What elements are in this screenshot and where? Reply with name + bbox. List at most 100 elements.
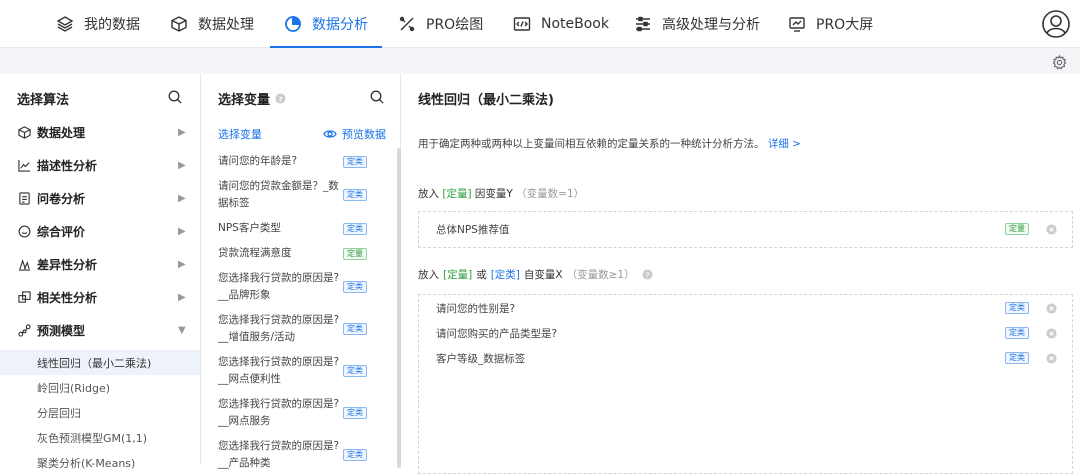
nav-data-processing[interactable]: 数据处理 [170, 0, 254, 48]
nav-label: 数据分析 [312, 17, 368, 33]
algorithm-hierarchical-regression[interactable]: 分层回归 [0, 400, 200, 425]
variable-type-tag: 定类 [1005, 327, 1029, 339]
variable-item[interactable]: 您选择我行贷款的原因是? __品牌形象 定类 [218, 270, 388, 304]
algorithm-panel: 选择算法 数据处理 ▶ 描述性分析 ▶ 问卷分析 ▶ 综合评价 ▶ 差异性分析 … [0, 74, 201, 470]
remove-icon[interactable] [1046, 328, 1057, 339]
gear-icon[interactable] [1052, 55, 1067, 70]
variable-type-tag: 定类 [343, 407, 367, 419]
variable-panel-header: 选择变量 ? [218, 89, 286, 108]
group-label: 差异性分析 [37, 258, 98, 272]
search-icon[interactable] [168, 90, 182, 104]
sliders-icon [636, 16, 650, 32]
algorithm-kmeans[interactable]: 聚类分析(K-Means) [0, 450, 200, 475]
independent-var-item: 客户等级_数据标签 [436, 353, 526, 365]
group-label: 数据处理 [37, 126, 86, 140]
remove-icon[interactable] [1046, 353, 1057, 364]
variable-item[interactable]: 您选择我行贷款的原因是? __产品种类 定类 [218, 438, 388, 472]
section-prefix: 放入 [418, 188, 439, 200]
algorithm-grey-model[interactable]: 灰色预测模型GM(1,1) [0, 425, 200, 450]
variable-item[interactable]: 请问您的贷款金额是？_数 据标签 定类 [218, 178, 388, 212]
dependent-var-dropzone[interactable]: 总体NPS推荐值 定量 [418, 211, 1073, 248]
algorithm-group-evaluation[interactable]: 综合评价 ▶ [0, 215, 200, 248]
cube-icon [18, 126, 31, 139]
chevron-right-icon: ▶ [178, 226, 186, 237]
variable-item[interactable]: 您选择我行贷款的原因是? __增值服务/活动 定类 [218, 312, 388, 346]
pie-chart-icon [285, 16, 301, 32]
nav-pro-draw[interactable]: PRO绘图 [398, 0, 483, 48]
cube-icon [171, 16, 187, 32]
variable-count: （变量数=1） [516, 188, 585, 200]
variable-type-tag: 定类 [1005, 352, 1029, 364]
screen-chart-icon [789, 17, 805, 32]
group-label: 预测模型 [37, 324, 86, 338]
help-icon[interactable]: ? [275, 93, 286, 104]
section-label: 自变量X [523, 269, 563, 281]
pro-draw-icon [399, 16, 415, 32]
group-label: 问卷分析 [37, 192, 86, 206]
variable-item[interactable]: 您选择我行贷款的原因是? __网点服务 定类 [218, 396, 388, 430]
algorithm-panel-title: 选择算法 [17, 93, 70, 108]
eye-icon [323, 130, 337, 138]
nav-advanced[interactable]: 高级处理与分析 [634, 0, 760, 48]
variable-type-tag: 定类 [343, 189, 367, 201]
nav-label: 我的数据 [84, 17, 140, 33]
nav-label: NoteBook [541, 16, 609, 32]
variable-item[interactable]: 您选择我行贷款的原因是? __网点便利性 定类 [218, 354, 388, 388]
top-navigation: 我的数据 数据处理 数据分析 PRO绘图 NoteBook 高级处理与分析 PR… [0, 0, 1080, 48]
variable-count: （变量数≥1） [566, 269, 635, 281]
chevron-right-icon: ▶ [178, 193, 186, 204]
method-panel: 线性回归（最小二乘法) 用于确定两种或两种以上变量间相互依赖的定量关系的一种统计… [401, 74, 1080, 474]
method-description: 用于确定两种或两种以上变量间相互依赖的定量关系的一种统计分析方法。 详细 > [418, 136, 801, 151]
select-variable-tab[interactable]: 选择变量 [218, 126, 262, 142]
section-prefix: 放入 [418, 269, 439, 281]
nav-notebook[interactable]: NoteBook [513, 0, 609, 48]
chevron-right-icon: ▶ [178, 160, 186, 171]
variable-item[interactable]: 请问您的年龄是? 定类 [218, 153, 388, 170]
algorithm-group-difference[interactable]: 差异性分析 ▶ [0, 248, 200, 281]
quantitative-tag: [定量] [442, 188, 472, 200]
avatar-icon[interactable] [1042, 10, 1070, 38]
algorithm-ridge-regression[interactable]: 岭回归(Ridge) [0, 375, 200, 400]
nav-label: 高级处理与分析 [662, 17, 760, 33]
remove-icon[interactable] [1046, 224, 1057, 235]
algorithm-group-data-processing[interactable]: 数据处理 ▶ [0, 116, 200, 149]
algorithm-group-survey[interactable]: 问卷分析 ▶ [0, 182, 200, 215]
preview-data-button[interactable]: 预览数据 [323, 126, 386, 142]
variable-type-tag: 定量 [1005, 223, 1029, 235]
group-label: 综合评价 [37, 225, 86, 239]
variable-type-tag: 定类 [343, 323, 367, 335]
correlation-icon [18, 291, 31, 303]
nav-data-analysis[interactable]: 数据分析 [270, 0, 382, 48]
detail-link[interactable]: 详细 > [768, 138, 801, 150]
variable-type-tag: 定类 [343, 222, 367, 235]
nav-my-data[interactable]: 我的数据 [56, 0, 140, 48]
algorithm-group-correlation[interactable]: 相关性分析 ▶ [0, 281, 200, 314]
variable-item[interactable]: 贷款流程满意度 定量 [218, 245, 388, 262]
variable-type-tag: 定类 [343, 155, 367, 168]
nav-pro-screen[interactable]: PRO大屏 [788, 0, 873, 48]
independent-var-dropzone[interactable]: 请问您的性别是? 定类 请问您购买的产品类型是? 定类 客户等级_数据标签 定类 [418, 294, 1073, 474]
independent-var-header: 放入 [定量] 或 [定类] 自变量X （变量数≥1） ? [418, 267, 653, 282]
algorithm-group-descriptive[interactable]: 描述性分析 ▶ [0, 149, 200, 182]
variable-type-tag: 定类 [343, 281, 367, 293]
nav-label: PRO绘图 [426, 17, 484, 33]
independent-var-item: 请问您购买的产品类型是? [436, 328, 558, 340]
chevron-right-icon: ▶ [178, 127, 186, 138]
variable-type-tag: 定量 [343, 247, 367, 260]
algorithm-linear-regression[interactable]: 线性回归（最小二乘法) [0, 350, 200, 375]
description-text: 用于确定两种或两种以上变量间相互依赖的定量关系的一种统计分析方法。 [418, 138, 765, 150]
dependent-var-header: 放入 [定量] 因变量Y （变量数=1） [418, 186, 584, 201]
nav-label: 数据处理 [198, 17, 254, 33]
search-icon[interactable] [370, 90, 384, 104]
toolbar-strip [0, 48, 1080, 74]
categorical-tag: [定类] [490, 269, 520, 281]
remove-icon[interactable] [1046, 303, 1057, 314]
group-label: 描述性分析 [37, 159, 98, 173]
quantitative-tag: [定量] [443, 269, 473, 281]
algorithm-group-prediction[interactable]: 预测模型 ▼ [0, 314, 200, 347]
or-label: 或 [476, 269, 487, 281]
help-icon[interactable]: ? [642, 269, 653, 280]
method-title: 线性回归（最小二乘法) [418, 93, 554, 108]
variable-item[interactable]: NPS客户类型 定类 [218, 220, 388, 237]
model-icon [18, 324, 31, 337]
